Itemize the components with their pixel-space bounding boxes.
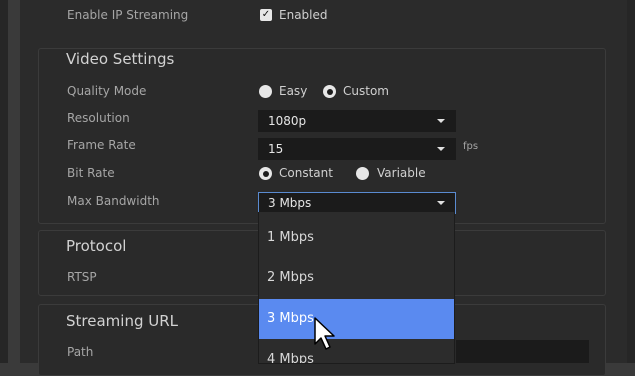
path-input[interactable]	[456, 340, 589, 363]
frame-rate-select[interactable]: 15	[258, 138, 456, 160]
frame-rate-label: Frame Rate	[67, 138, 136, 152]
max-bandwidth-value: 3 Mbps	[268, 196, 312, 210]
video-settings-title: Video Settings	[66, 50, 175, 68]
window-right-edge	[627, 0, 635, 363]
frame-rate-value: 15	[268, 142, 284, 156]
bitrate-constant-label: Constant	[279, 166, 333, 180]
quality-easy-label: Easy	[279, 84, 308, 98]
max-bandwidth-label: Max Bandwidth	[67, 194, 160, 208]
resolution-label: Resolution	[67, 111, 130, 125]
quality-mode-label: Quality Mode	[67, 84, 147, 98]
window-left-edge	[0, 0, 8, 363]
scroll-gutter	[617, 0, 627, 363]
rtsp-label: RTSP	[67, 270, 97, 284]
quality-custom-label: Custom	[343, 84, 389, 98]
resolution-value: 1080p	[268, 114, 307, 128]
path-label: Path	[67, 345, 94, 359]
max-bandwidth-select[interactable]: 3 Mbps	[258, 192, 456, 214]
chevron-down-icon	[437, 147, 445, 151]
resolution-select[interactable]: 1080p	[258, 110, 456, 132]
protocol-title: Protocol	[66, 237, 127, 255]
frame-rate-unit: fps	[463, 141, 479, 152]
quality-custom-radio[interactable]	[323, 85, 336, 98]
chevron-down-icon	[437, 119, 445, 123]
enable-streaming-text: Enabled	[279, 8, 328, 22]
dropdown-option[interactable]: 4 Mbps	[259, 340, 454, 363]
mouse-cursor-icon	[314, 317, 335, 350]
bit-rate-label: Bit Rate	[67, 166, 115, 180]
enable-streaming-checkbox[interactable]: ✓	[260, 9, 272, 21]
dropdown-option[interactable]: 2 Mbps	[259, 258, 454, 298]
enable-streaming-label: Enable IP Streaming	[67, 8, 189, 22]
dropdown-option-selected[interactable]: 3 Mbps	[259, 299, 454, 339]
bitrate-variable-label: Variable	[377, 166, 426, 180]
bitrate-variable-radio[interactable]	[356, 167, 369, 180]
dropdown-option[interactable]: 1 Mbps	[259, 218, 454, 258]
chevron-down-icon	[437, 201, 445, 205]
streaming-url-title: Streaming URL	[66, 312, 178, 330]
quality-easy-radio[interactable]	[259, 85, 272, 98]
bitrate-constant-radio[interactable]	[259, 167, 272, 180]
max-bandwidth-dropdown: 1 Mbps 2 Mbps 3 Mbps 4 Mbps	[258, 212, 455, 364]
